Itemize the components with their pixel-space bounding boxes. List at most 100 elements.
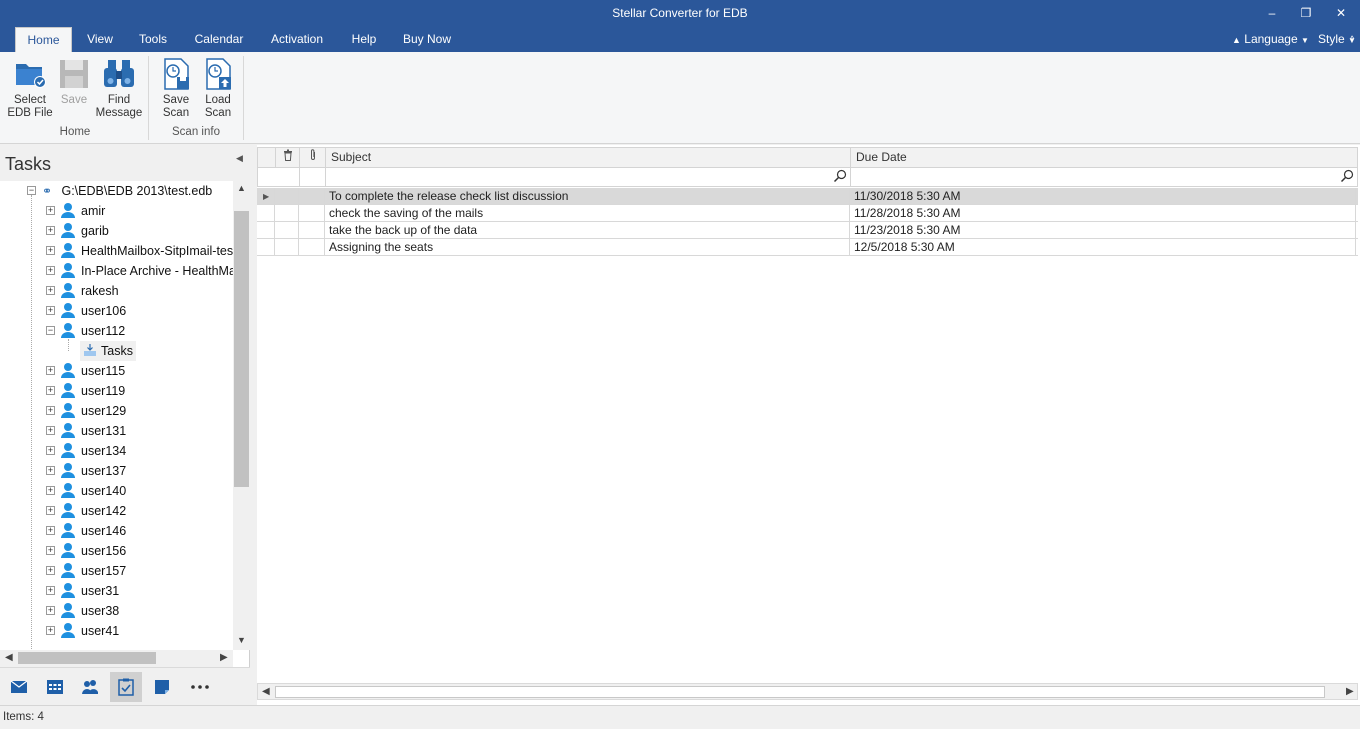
table-row[interactable]: Assigning the seats 12/5/2018 5:30 AM	[257, 239, 1358, 256]
notes-nav-button[interactable]	[146, 672, 178, 702]
tree-user-2[interactable]: HealthMailbox-SitpImail-test	[60, 241, 233, 261]
tree-horizontal-scrollbar[interactable]: ◀ ▶	[0, 650, 233, 667]
scroll-thumb[interactable]	[234, 211, 249, 487]
tree-user-0[interactable]: amir	[60, 201, 105, 221]
tree-user-5[interactable]: user106	[60, 301, 126, 321]
scroll-thumb[interactable]	[275, 686, 1325, 698]
tree-user-19[interactable]: user38	[60, 601, 119, 621]
tree-user-18[interactable]: user31	[60, 581, 119, 601]
tree-vertical-scrollbar[interactable]: ▲ ▼	[233, 181, 250, 650]
tree-user-10[interactable]: user131	[60, 421, 126, 441]
tree-user-16[interactable]: user156	[60, 541, 126, 561]
expand-icon[interactable]: +	[46, 426, 55, 435]
tree-user-6[interactable]: user112	[60, 321, 125, 341]
tree-root[interactable]: ⚭ G:\EDB\EDB 2013\test.edb	[42, 181, 212, 201]
attachment-column-header[interactable]	[300, 148, 326, 167]
collapse-icon[interactable]: −	[46, 326, 55, 335]
status-bar: Items: 4	[0, 705, 1360, 729]
expand-icon[interactable]: +	[46, 466, 55, 475]
expand-icon[interactable]: +	[46, 286, 55, 295]
tab-buy-now[interactable]: Buy Now	[400, 27, 454, 52]
tree-user-13[interactable]: user140	[60, 481, 126, 501]
expand-icon[interactable]: +	[46, 606, 55, 615]
load-scan-button[interactable]: Load Scan	[193, 57, 243, 120]
collapse-pane-icon[interactable]: ◀	[236, 153, 243, 164]
delete-column-header[interactable]	[276, 148, 300, 167]
save-button[interactable]: Save	[49, 57, 99, 107]
tree-user-14[interactable]: user142	[60, 501, 126, 521]
attachment-cell	[299, 239, 325, 256]
tab-activation[interactable]: Activation	[266, 27, 328, 52]
expand-icon[interactable]: +	[46, 226, 55, 235]
tree-user-8[interactable]: user119	[60, 381, 125, 401]
expand-icon[interactable]: +	[46, 246, 55, 255]
ribbon-collapse-icon[interactable]: ^	[1350, 27, 1354, 52]
table-row[interactable]: take the back up of the data 11/23/2018 5…	[257, 222, 1358, 239]
scroll-right-icon[interactable]: ▶	[1346, 686, 1354, 697]
tree-user-label: user106	[81, 304, 127, 318]
expand-icon[interactable]: +	[46, 446, 55, 455]
expand-icon[interactable]: +	[46, 206, 55, 215]
expand-icon[interactable]: +	[46, 526, 55, 535]
select-edb-file-button[interactable]: Select EDB File	[5, 57, 55, 120]
subject-column-header[interactable]: Subject	[326, 148, 851, 167]
delete-cell	[275, 205, 299, 222]
tab-home[interactable]: Home	[15, 27, 72, 52]
grid-horizontal-scrollbar[interactable]: ◀ ▶	[257, 683, 1358, 700]
expand-icon[interactable]: +	[46, 366, 55, 375]
restore-button[interactable]: ❐	[1296, 4, 1316, 22]
language-menu[interactable]: ▲ Language ▼	[1232, 27, 1309, 52]
tree-user-9[interactable]: user129	[60, 401, 126, 421]
tree-user-12[interactable]: user137	[60, 461, 126, 481]
due-date-column-header[interactable]: Due Date	[851, 148, 1357, 167]
tree-user-20[interactable]: user41	[60, 621, 119, 641]
tree-user-11[interactable]: user134	[60, 441, 126, 461]
expand-icon[interactable]: +	[46, 506, 55, 515]
close-button[interactable]: ✕	[1331, 4, 1351, 22]
contacts-nav-button[interactable]	[74, 672, 106, 702]
filter-row	[257, 168, 1358, 187]
scroll-left-icon[interactable]: ◀	[262, 686, 270, 697]
mail-nav-button[interactable]	[3, 672, 35, 702]
tree-user-17[interactable]: user157	[60, 561, 126, 581]
scroll-down-icon[interactable]: ▼	[233, 635, 250, 645]
pane-title: Tasks	[5, 154, 52, 174]
find-message-button[interactable]: Find Message	[94, 57, 144, 120]
scroll-left-icon[interactable]: ◀	[5, 652, 13, 663]
expand-icon[interactable]: +	[46, 266, 55, 275]
app-title: Stellar Converter for EDB	[612, 6, 748, 20]
search-icon[interactable]	[1340, 169, 1354, 186]
table-row[interactable]: ▶ To complete the release check list disc…	[257, 188, 1358, 205]
search-icon[interactable]	[833, 169, 847, 186]
more-nav-button[interactable]	[183, 672, 215, 702]
scroll-right-icon[interactable]: ▶	[220, 652, 228, 663]
minimize-button[interactable]: ‒	[1262, 4, 1282, 22]
expand-icon[interactable]: +	[46, 546, 55, 555]
expand-icon[interactable]: +	[46, 586, 55, 595]
tab-help[interactable]: Help	[346, 27, 382, 52]
calendar-nav-button[interactable]	[39, 672, 71, 702]
expand-icon[interactable]: +	[46, 406, 55, 415]
expand-icon[interactable]: +	[46, 486, 55, 495]
tree-user-7[interactable]: user115	[60, 361, 125, 381]
expand-icon[interactable]: +	[46, 306, 55, 315]
tab-calendar[interactable]: Calendar	[190, 27, 248, 52]
due-date-filter-input[interactable]	[851, 168, 1357, 186]
scroll-up-icon[interactable]: ▲	[233, 183, 250, 193]
subject-filter-input[interactable]	[326, 168, 851, 186]
tree-user-3[interactable]: In-Place Archive - HealthMa	[60, 261, 233, 281]
collapse-icon[interactable]: −	[27, 186, 36, 195]
tree-user-1[interactable]: garib	[60, 221, 109, 241]
save-icon	[57, 57, 91, 91]
expand-icon[interactable]: +	[46, 566, 55, 575]
scroll-thumb[interactable]	[18, 652, 156, 664]
tab-tools[interactable]: Tools	[133, 27, 173, 52]
tasks-nav-button[interactable]	[110, 672, 142, 702]
expand-icon[interactable]: +	[46, 626, 55, 635]
tree-folder-tasks[interactable]: Tasks	[80, 341, 136, 361]
table-row[interactable]: check the saving of the mails 11/28/2018 …	[257, 205, 1358, 222]
tree-user-15[interactable]: user146	[60, 521, 126, 541]
tab-view[interactable]: View	[80, 27, 120, 52]
tree-user-4[interactable]: rakesh	[60, 281, 119, 301]
expand-icon[interactable]: +	[46, 386, 55, 395]
